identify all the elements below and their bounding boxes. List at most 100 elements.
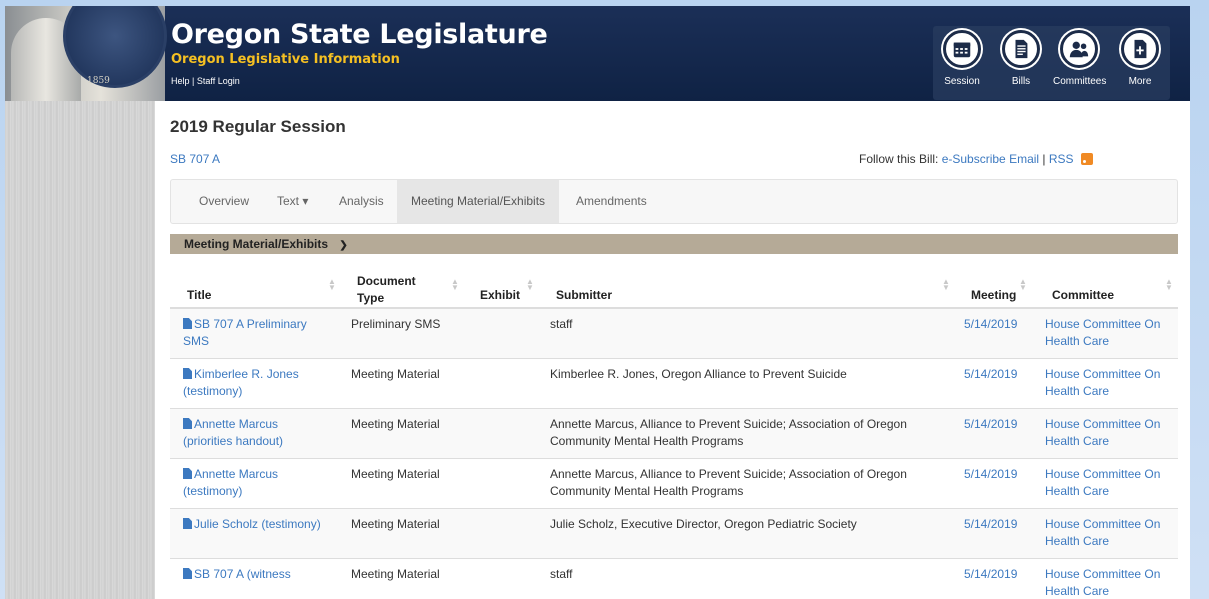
submitter: Kimberlee R. Jones, Oregon Alliance to P… <box>550 366 847 383</box>
main-nav: Session Bills Committees More <box>933 26 1170 100</box>
title-line2[interactable]: (testimony) <box>183 384 242 398</box>
tab-meeting-material[interactable]: Meeting Material/Exhibits <box>397 180 560 223</box>
document-title-link[interactable]: Annette Marcus (priorities handout) <box>183 416 283 450</box>
committee-link[interactable]: House Committee On Health Care <box>1045 466 1160 500</box>
meeting-date-link[interactable]: 5/14/2019 <box>964 566 1017 583</box>
browser-viewport: 1859 Oregon State Legislature Oregon Leg… <box>0 0 1209 599</box>
committee-line1[interactable]: House Committee On <box>1045 517 1160 531</box>
committee-line2[interactable]: Health Care <box>1045 584 1109 598</box>
committee-line2[interactable]: Health Care <box>1045 534 1109 548</box>
staff-login-link[interactable]: Staff Login <box>197 76 240 86</box>
people-icon <box>1060 30 1098 68</box>
submitter-line2: Community Mental Health Programs <box>550 484 744 498</box>
committee-link[interactable]: House Committee On Health Care <box>1045 566 1160 599</box>
title-line1[interactable]: Kimberlee R. Jones <box>194 367 299 381</box>
submitter: Julie Scholz, Executive Director, Oregon… <box>550 516 857 533</box>
title-line2[interactable]: SMS <box>183 334 209 348</box>
submitter: staff <box>550 316 572 333</box>
file-icon <box>183 568 192 579</box>
title-line1[interactable]: Annette Marcus <box>194 467 278 481</box>
sort-icon[interactable]: ▲ ▼ <box>942 278 950 292</box>
rss-icon[interactable] <box>1080 153 1093 165</box>
col-exhibit[interactable]: Exhibit <box>480 288 520 302</box>
nav-label-more: More <box>1128 76 1152 87</box>
committee-line2[interactable]: Health Care <box>1045 334 1109 348</box>
file-icon <box>183 518 192 529</box>
committee-link[interactable]: House Committee On Health Care <box>1045 516 1160 550</box>
col-meeting[interactable]: Meeting <box>971 288 1016 302</box>
committee-line1[interactable]: House Committee On <box>1045 467 1160 481</box>
sort-icon[interactable]: ▲ ▼ <box>526 278 534 292</box>
nav-label-session: Session <box>944 76 980 87</box>
submitter-line2: Community Mental Health Programs <box>550 434 744 448</box>
help-link[interactable]: Help <box>171 76 190 86</box>
bill-tabs: Overview Text ▾ Analysis Meeting Materia… <box>170 179 1178 224</box>
committee-line1[interactable]: House Committee On <box>1045 367 1160 381</box>
document-title-link[interactable]: SB 707 A (witness <box>183 566 291 583</box>
e-subscribe-link[interactable]: e-Subscribe Email <box>942 152 1039 166</box>
sort-icon[interactable]: ▲ ▼ <box>451 278 459 292</box>
committee-line2[interactable]: Health Care <box>1045 434 1109 448</box>
document-title-link[interactable]: Kimberlee R. Jones (testimony) <box>183 366 299 400</box>
meeting-date-link[interactable]: 5/14/2019 <box>964 316 1017 333</box>
committee-link[interactable]: House Committee On Health Care <box>1045 366 1160 400</box>
file-icon <box>183 368 192 379</box>
document-title-link[interactable]: SB 707 A Preliminary SMS <box>183 316 307 350</box>
committee-line1[interactable]: House Committee On <box>1045 567 1160 581</box>
tab-analysis[interactable]: Analysis <box>325 180 398 223</box>
meeting-date-link[interactable]: 5/14/2019 <box>964 366 1017 383</box>
add-document-icon <box>1121 30 1159 68</box>
file-icon <box>183 418 192 429</box>
title-line1[interactable]: Annette Marcus <box>194 417 278 431</box>
submitter-line1: staff <box>550 567 573 581</box>
seal-year: 1859 <box>87 76 110 86</box>
section-header[interactable]: Meeting Material/Exhibits ❯ <box>170 234 1178 254</box>
title-line2[interactable]: (priorities handout) <box>183 434 283 448</box>
bill-id-link[interactable]: SB 707 A <box>170 152 220 166</box>
committee-line2[interactable]: Health Care <box>1045 484 1109 498</box>
document-type: Meeting Material <box>351 517 440 531</box>
committee-line2[interactable]: Health Care <box>1045 384 1109 398</box>
meeting-date-link[interactable]: 5/14/2019 <box>964 416 1017 433</box>
header-link-separator: | <box>192 76 195 86</box>
col-committee[interactable]: Committee <box>1052 288 1114 302</box>
calendar-icon <box>943 30 981 68</box>
nav-bills[interactable]: Bills <box>995 30 1047 87</box>
meeting-date-link[interactable]: 5/14/2019 <box>964 516 1017 533</box>
title-line1[interactable]: SB 707 A (witness <box>194 567 291 581</box>
committee-line1[interactable]: House Committee On <box>1045 317 1160 331</box>
section-title: Meeting Material/Exhibits <box>184 237 329 251</box>
document-title-link[interactable]: Annette Marcus (testimony) <box>183 466 278 500</box>
site-subtitle: Oregon Legislative Information <box>171 52 400 67</box>
nav-session[interactable]: Session <box>936 30 988 87</box>
rss-link[interactable]: RSS <box>1049 152 1074 166</box>
sort-icon[interactable]: ▲ ▼ <box>1165 278 1173 292</box>
submitter-line1: Annette Marcus, Alliance to Prevent Suic… <box>550 467 907 481</box>
col-document-type[interactable]: Document Type <box>357 273 416 307</box>
title-line1[interactable]: SB 707 A Preliminary <box>194 317 307 331</box>
table-row: SB 707 A (witness Meeting Material staff… <box>170 559 1178 599</box>
meeting-date-link[interactable]: 5/14/2019 <box>964 466 1017 483</box>
col-submitter[interactable]: Submitter <box>556 288 612 302</box>
sort-icon[interactable]: ▲ ▼ <box>328 278 336 292</box>
tab-overview[interactable]: Overview <box>185 180 263 223</box>
header-links: Help | Staff Login <box>171 76 240 86</box>
follow-separator: | <box>1042 152 1046 166</box>
title-line1[interactable]: Julie Scholz (testimony) <box>194 517 321 531</box>
site-title[interactable]: Oregon State Legislature <box>171 19 548 50</box>
col-title[interactable]: Title <box>187 288 211 302</box>
committee-link[interactable]: House Committee On Health Care <box>1045 416 1160 450</box>
nav-committees[interactable]: Committees <box>1053 30 1106 87</box>
tab-amendments[interactable]: Amendments <box>562 180 661 223</box>
tab-text[interactable]: Text ▾ <box>263 180 322 223</box>
nav-label-bills: Bills <box>1011 76 1031 87</box>
table-header: Title ▲ ▼ Document Type ▲ ▼ Exhibit ▲ ▼ Sub… <box>170 254 1178 309</box>
document-title-link[interactable]: Julie Scholz (testimony) <box>183 516 321 533</box>
title-line2[interactable]: (testimony) <box>183 484 242 498</box>
nav-more[interactable]: More <box>1114 30 1166 87</box>
document-type: Preliminary SMS <box>351 317 441 331</box>
committee-link[interactable]: House Committee On Health Care <box>1045 316 1160 350</box>
chevron-down-icon[interactable]: ❯ <box>339 236 347 256</box>
committee-line1[interactable]: House Committee On <box>1045 417 1160 431</box>
sort-icon[interactable]: ▲ ▼ <box>1019 278 1027 292</box>
